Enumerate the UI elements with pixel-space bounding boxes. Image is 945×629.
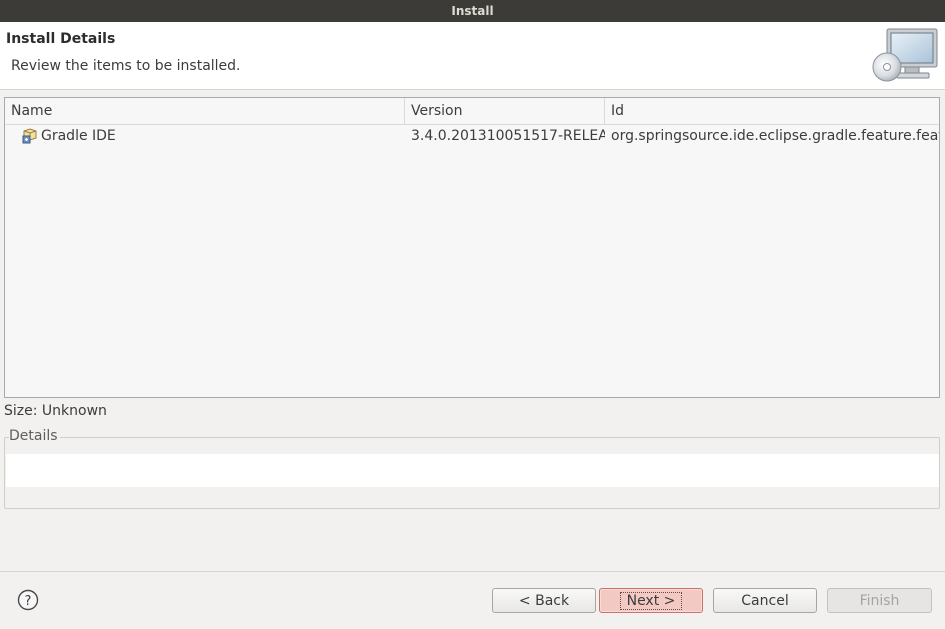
row-version: 3.4.0.201310051517-RELEASE <box>411 128 605 144</box>
install-items-table: Name Version Id Gradle IDE 3.4.0.2013100… <box>4 97 940 398</box>
row-id: org.springsource.ide.eclipse.gradle.feat… <box>611 128 939 144</box>
size-label: Size: Unknown <box>4 403 107 419</box>
window-titlebar: Install <box>0 0 945 22</box>
finish-button[interactable]: Finish <box>827 588 932 613</box>
row-name: Gradle IDE <box>41 128 116 144</box>
table-row[interactable]: Gradle IDE 3.4.0.201310051517-RELEASE or… <box>5 125 939 147</box>
column-header-version[interactable]: Version <box>405 98 605 124</box>
help-icon[interactable]: ? <box>17 589 39 611</box>
column-header-name[interactable]: Name <box>5 98 405 124</box>
details-legend: Details <box>9 428 60 444</box>
svg-text:?: ? <box>25 594 32 609</box>
column-header-id[interactable]: Id <box>605 98 939 124</box>
row-name-cell: Gradle IDE <box>22 125 402 147</box>
cancel-button[interactable]: Cancel <box>713 588 817 613</box>
wizard-banner: Install Details Review the items to be i… <box>0 22 945 90</box>
page-title: Install Details <box>6 31 116 47</box>
next-button[interactable]: Next > <box>599 588 703 613</box>
details-text-area[interactable] <box>6 454 939 487</box>
back-button[interactable]: < Back <box>492 588 596 613</box>
feature-icon <box>22 128 38 144</box>
button-bar-separator <box>0 571 945 572</box>
monitor-cd-icon <box>869 25 943 87</box>
page-description: Review the items to be installed. <box>11 58 241 74</box>
window-title: Install <box>451 4 494 18</box>
next-button-label: Next > <box>619 591 683 610</box>
table-header: Name Version Id <box>5 98 939 125</box>
